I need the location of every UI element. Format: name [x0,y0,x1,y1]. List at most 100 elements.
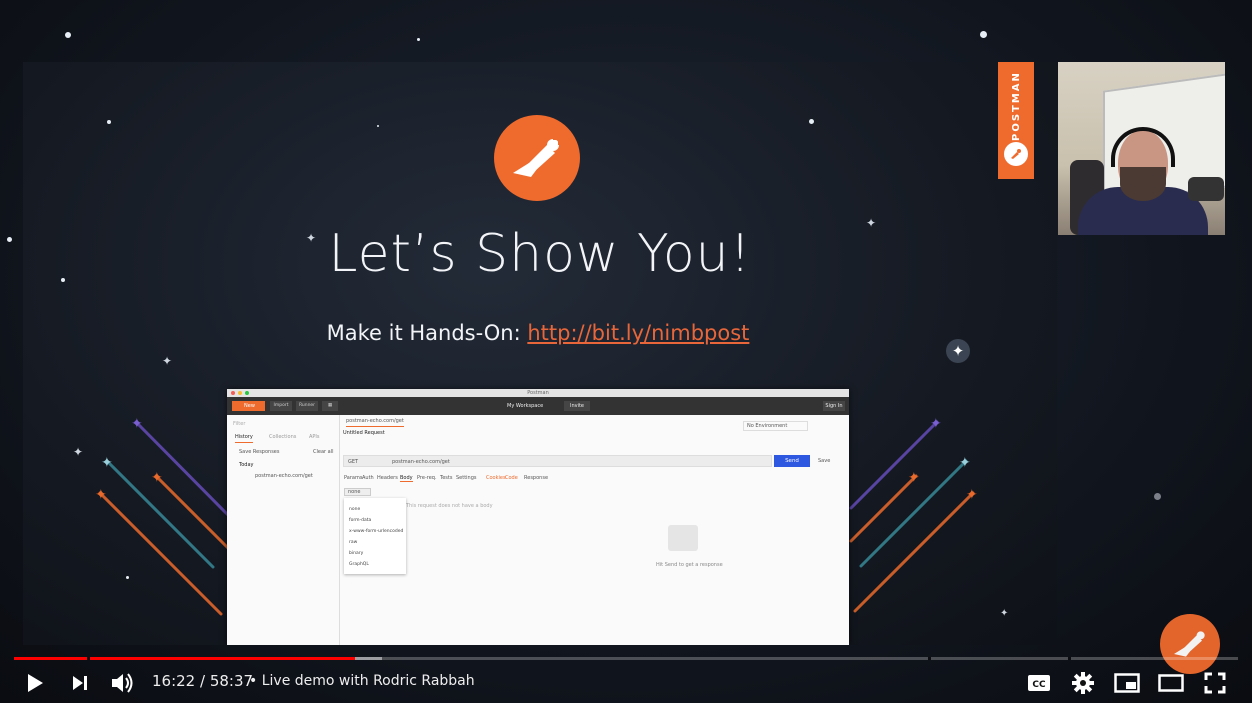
progress-played [14,657,356,660]
body-option: none [349,507,361,512]
chapter-marker [928,657,932,660]
history-item: postman-echo.com/get [255,473,313,479]
current-time: 16:22 [152,672,196,690]
settings-button[interactable] [1070,670,1096,696]
app-window-title: Postman [527,390,549,396]
app-titlebar: Postman [227,389,849,397]
svg-text:✦: ✦ [151,470,163,486]
tab-history: History [235,434,253,443]
new-window-icon: ▦ [322,401,338,411]
player-controls: 16:22 / 58:37 • Live demo with Rodric Ra… [0,664,1252,703]
body-option: form-data [349,518,372,523]
next-button[interactable] [68,670,92,696]
send-button: Send [774,455,810,467]
rocket-man-icon [513,138,560,177]
body-option: binary [349,551,364,556]
clear-all-link: Clear all [313,449,334,455]
embedded-app-screenshot: Postman New Import Runner ▦ My Workspace… [227,389,849,645]
captions-button[interactable]: CC [1026,670,1052,696]
app-main: postman-echo.com/get Untitled Request No… [340,415,849,645]
beard [1120,167,1166,201]
svg-text:CC: CC [1032,680,1046,690]
invite-button: Invite [564,401,590,411]
filter-input: Filter [233,421,246,427]
app-toolbar: New Import Runner ▦ My Workspace Invite … [227,397,849,415]
slide-link[interactable]: http://bit.ly/nimbpost [527,321,749,345]
new-button: New [232,401,265,411]
star [7,237,12,242]
response-label: Response [524,475,549,481]
progress-bar[interactable] [14,657,1238,660]
video-player[interactable]: ✦ ✦ ✦ ✦ ✦ ✦ ✦ ✦ ✦ ✦ ✦ ✦ ✦ ✦ Let’s Show Y… [0,0,1252,703]
workspace-selector: My Workspace [507,403,544,409]
request-tab: postman-echo.com/get [346,418,404,427]
postman-logo [494,115,580,201]
method-select: GET [348,459,359,465]
fullscreen-button[interactable] [1202,670,1228,696]
svg-text:✦: ✦ [101,455,113,471]
theater-button[interactable] [1157,670,1185,696]
play-button[interactable] [22,670,48,696]
request-tab-auth: Auth [362,475,374,481]
miniplayer-button[interactable] [1113,670,1141,696]
request-tab-settings: Settings [456,475,477,481]
time-separator: / [195,672,210,690]
signin-button: Sign In [823,401,845,411]
url-bar: GET postman-echo.com/get [343,455,772,467]
time-display: 16:22 / 58:37 [152,672,253,690]
chapter-marker [87,657,91,660]
rocket-man-icon [1174,631,1205,657]
request-tab-headers: Headers [377,475,398,481]
star [980,31,987,38]
presenter-webcam [1058,62,1225,235]
slide-subtitle: Make it Hands-On: http://bit.ly/nimbpost [23,321,1053,345]
tab-collections: Collections [269,434,297,440]
cc-icon: CC [1028,675,1050,691]
theater-icon [1158,674,1184,692]
body-option: x-www-form-urlencoded [349,529,404,534]
url-input: postman-echo.com/get [392,459,450,465]
chapter-title-text: Live demo with Rodric Rabbah [261,673,475,689]
slide-title: Let’s Show You! [328,224,752,284]
miniplayer-icon [1114,673,1140,693]
chapter-bullet: • [249,673,258,689]
svg-text:✦: ✦ [131,416,143,432]
chapter-title[interactable]: • Live demo with Rodric Rabbah [249,673,475,689]
postman-badge: POSTMAN [998,62,1034,179]
svg-text:✦: ✦ [95,487,107,503]
volume-button[interactable] [108,669,138,697]
tab-apis: APIs [309,434,320,440]
save-button: Save [818,458,831,464]
fullscreen-icon [1204,672,1226,694]
svg-text:✦: ✦ [908,470,920,486]
untitled-request: Untitled Request [343,430,385,436]
runner-button: Runner [296,401,318,411]
star [65,32,71,38]
chapter-marker [1067,657,1071,660]
code-link: Code [505,475,518,481]
svg-text:✦: ✦ [959,455,971,471]
body-option: raw [349,540,358,545]
environment-select: No Environment [743,421,809,431]
request-tab-params: Params [344,475,363,481]
postman-mini-logo-icon [1004,142,1028,166]
cookies-link: Cookies [486,475,506,481]
empty-response-illustration [668,525,698,551]
request-tab-tests: Tests [440,475,453,481]
body-type-select: none [344,488,372,496]
microphone [1188,177,1224,201]
import-button: Import [270,401,292,411]
star [417,38,420,41]
request-tab-body: Body [400,475,413,482]
body-type-menu: none form-data x-www-form-urlencoded raw… [344,498,406,574]
subtitle-prefix: Make it Hands-On: [326,321,528,345]
save-responses-toggle: Save Responses [239,449,280,455]
body-hint: This request does not have a body [406,503,493,509]
response-hint: Hit Send to get a response [656,562,723,568]
star [1154,493,1161,500]
body-option: GraphQL [349,562,369,567]
svg-text:✦: ✦ [966,487,978,503]
duration: 58:37 [209,672,254,690]
volume-icon [112,673,133,693]
svg-text:✦: ✦ [930,416,942,432]
